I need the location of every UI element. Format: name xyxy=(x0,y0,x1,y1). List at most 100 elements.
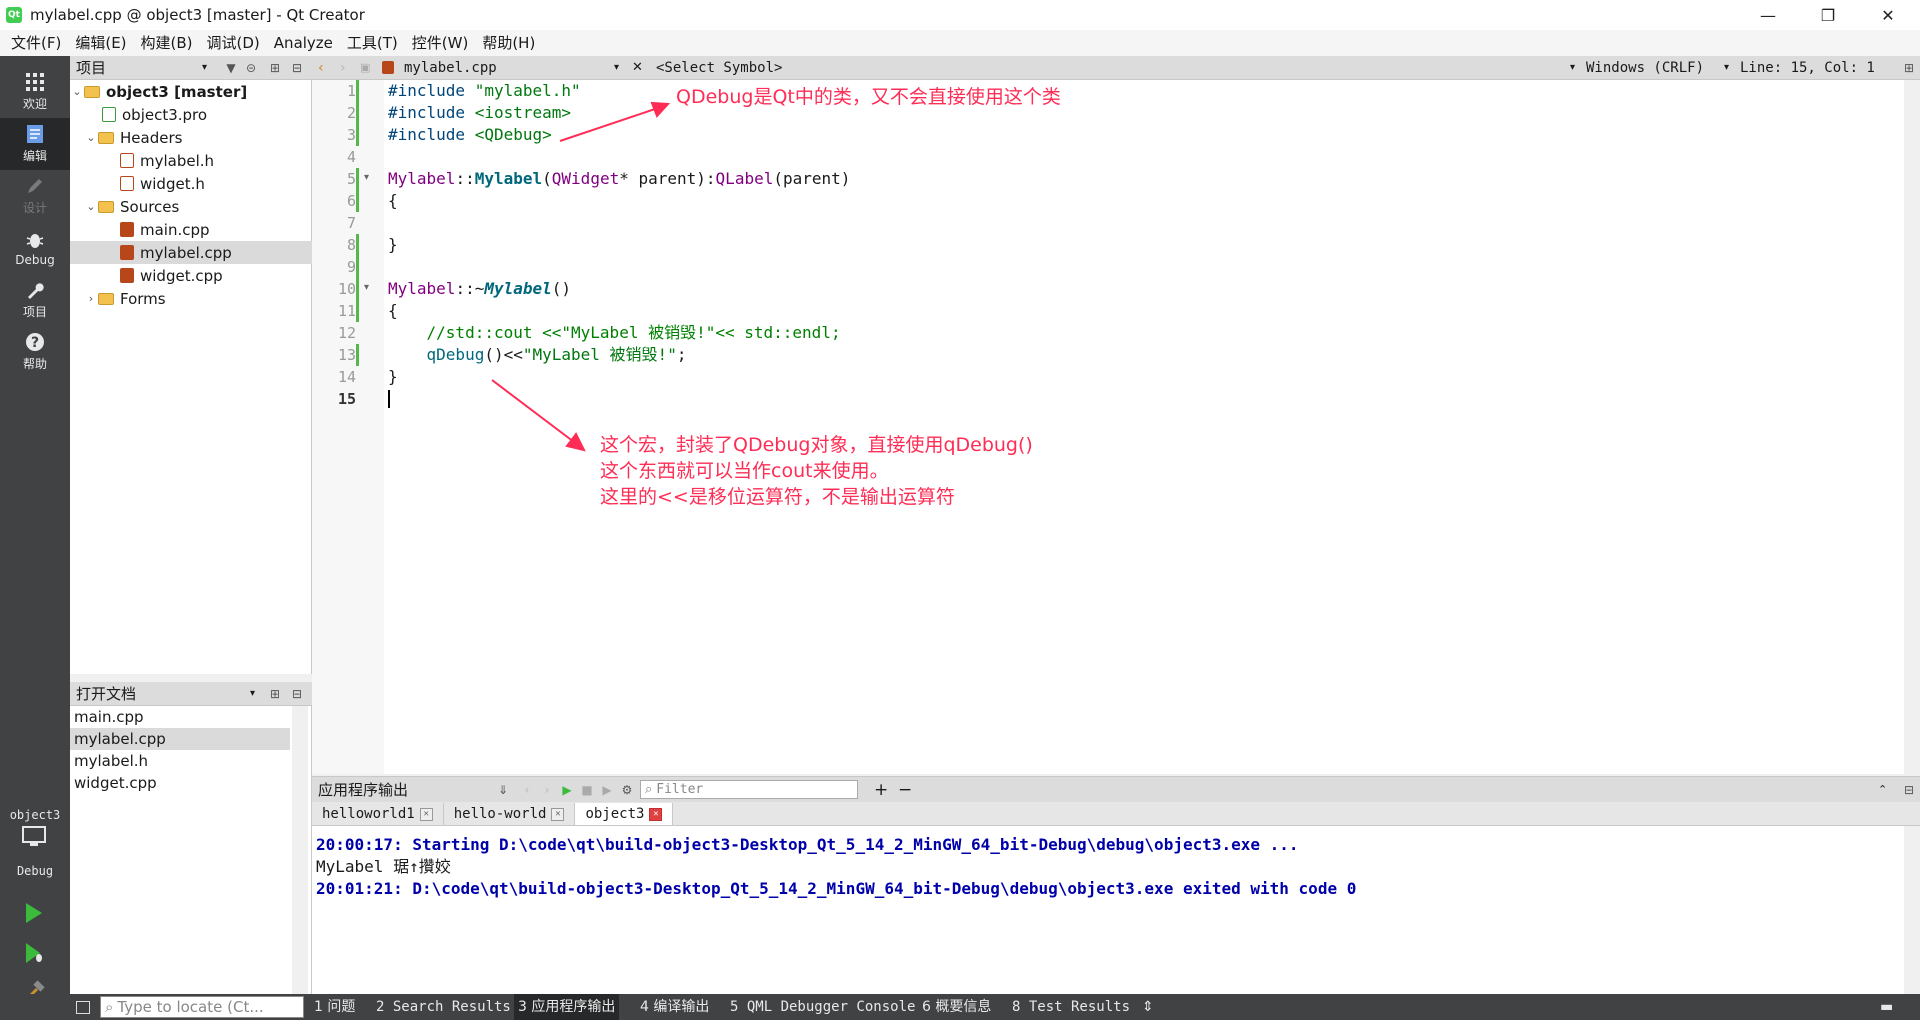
maximize-pane-icon[interactable]: ⌃ xyxy=(1878,783,1887,796)
cursor-position[interactable]: Line: 15, Col: 1 xyxy=(1740,60,1875,76)
close-tab-icon[interactable]: ✕ xyxy=(649,807,663,821)
menu-debug[interactable]: 调试(D) xyxy=(200,30,267,56)
prev-icon[interactable]: ‹ xyxy=(518,781,536,799)
file-dropdown-icon[interactable]: ▾ xyxy=(614,62,619,73)
panel-dropdown-icon[interactable]: ▾ xyxy=(202,62,207,73)
mode-design[interactable]: 设计 xyxy=(0,170,70,222)
tree-item-widget-h[interactable]: widget.h xyxy=(70,172,312,195)
current-file-label[interactable]: mylabel.cpp xyxy=(404,60,497,76)
toggle-sidebar-icon[interactable] xyxy=(76,1000,90,1014)
panel-dropdown-icon[interactable]: ▾ xyxy=(250,688,255,699)
status-search-results[interactable]: 2 Search Results xyxy=(376,994,511,1020)
open-doc-item[interactable]: mylabel.h xyxy=(70,750,290,772)
next-icon[interactable]: › xyxy=(538,781,556,799)
tree-item-mylabel-h[interactable]: mylabel.h xyxy=(70,149,312,172)
status-test-results[interactable]: 8 Test Results xyxy=(1012,994,1130,1020)
open-doc-item[interactable]: widget.cpp xyxy=(70,772,290,794)
symbol-dropdown-icon[interactable]: ▾ xyxy=(1570,62,1575,73)
close-tab-icon[interactable]: ✕ xyxy=(551,807,565,821)
expand-arrow-icon[interactable]: ⌄ xyxy=(84,131,98,144)
output-tab-helloworld1[interactable]: helloworld1 ✕ xyxy=(312,803,444,825)
mode-welcome[interactable]: 欢迎 xyxy=(0,66,70,118)
close-button[interactable]: ✕ xyxy=(1860,0,1916,30)
tree-item-mylabel-cpp[interactable]: mylabel.cpp xyxy=(70,241,312,264)
expand-arrow-icon[interactable]: ⌄ xyxy=(84,200,98,213)
forward-icon[interactable]: › xyxy=(340,60,346,76)
menu-build[interactable]: 构建(B) xyxy=(134,30,200,56)
attach-icon[interactable]: ⇓ xyxy=(494,781,512,799)
tree-item-widget-cpp[interactable]: widget.cpp xyxy=(70,264,312,287)
tree-item-forms[interactable]: › Forms xyxy=(70,287,312,310)
expand-arrow-icon[interactable]: ⌄ xyxy=(70,85,84,98)
status-general-messages[interactable]: 6 概要信息 xyxy=(922,994,991,1020)
open-docs-scrollbar[interactable] xyxy=(292,706,308,994)
split-icon[interactable]: ⊞ xyxy=(1900,59,1918,77)
filter-icon[interactable]: ▼ xyxy=(222,59,240,77)
stop-icon[interactable]: ■ xyxy=(578,781,596,799)
mode-help[interactable]: ? 帮助 xyxy=(0,326,70,378)
line-ending-selector[interactable]: Windows (CRLF) xyxy=(1586,60,1704,76)
mode-projects[interactable]: 项目 xyxy=(0,274,70,326)
status-app-output[interactable]: 3 应用程序输出 xyxy=(514,994,620,1020)
back-icon[interactable]: ‹ xyxy=(318,60,324,76)
menu-edit[interactable]: 编辑(E) xyxy=(68,30,133,56)
status-more-icon[interactable]: ⇕ xyxy=(1142,994,1154,1020)
locator-input[interactable]: ⌕ Type to locate (Ct... xyxy=(100,996,304,1018)
line-number: 10 xyxy=(337,280,356,298)
menu-help[interactable]: 帮助(H) xyxy=(475,30,542,56)
debug-rerun-icon[interactable]: ▶ xyxy=(598,781,616,799)
close-tab-icon[interactable]: ✕ xyxy=(419,807,433,821)
rerun-icon[interactable]: ▶ xyxy=(558,781,576,799)
gear-icon[interactable]: ⚙ xyxy=(618,781,636,799)
code-editor[interactable]: 1 2 3 4 5 ▾ 6 7 8 9 10 ▾ 11 12 13 14 15 #include "mylabe… xyxy=(312,80,1920,774)
open-doc-item[interactable]: mylabel.cpp xyxy=(70,728,290,750)
link-icon[interactable]: ⊝ xyxy=(242,59,260,77)
cpp-file-icon xyxy=(120,268,134,283)
tree-item-pro-file[interactable]: object3.pro xyxy=(70,103,312,126)
fold-marker-icon[interactable]: ▾ xyxy=(364,172,369,183)
debug-run-button[interactable] xyxy=(24,942,44,968)
toggle-output-icon[interactable]: ▬ xyxy=(1880,994,1893,1020)
status-compile-output[interactable]: 4 编译输出 xyxy=(640,994,709,1020)
tree-item-sources[interactable]: ⌄ Sources xyxy=(70,195,312,218)
output-tab-object3[interactable]: object3 ✕ xyxy=(575,803,674,825)
menu-analyze[interactable]: Analyze xyxy=(267,30,340,56)
status-issues[interactable]: 1 问题 xyxy=(314,994,355,1020)
output-scrollbar[interactable] xyxy=(1904,826,1920,994)
status-qml-console[interactable]: 5 QML Debugger Console xyxy=(730,994,915,1020)
close-panel-icon[interactable]: ⊟ xyxy=(288,59,306,77)
output-console[interactable]: 20:00:17: Starting D:\code\qt\build-obje… xyxy=(312,826,1920,994)
line-ending-dropdown-icon[interactable]: ▾ xyxy=(1724,62,1729,73)
split-icon[interactable]: ⊞ xyxy=(266,685,284,703)
mode-debug[interactable]: Debug xyxy=(0,222,70,274)
target-selector[interactable] xyxy=(22,826,48,852)
collapse-arrow-icon[interactable]: › xyxy=(84,292,98,305)
tab-label: hello-world xyxy=(453,806,547,822)
mode-edit[interactable]: 编辑 xyxy=(0,118,70,170)
menu-file[interactable]: 文件(F) xyxy=(4,30,68,56)
mode-projects-label: 项目 xyxy=(22,305,47,319)
tree-item-main-cpp[interactable]: main.cpp xyxy=(70,218,312,241)
output-tab-hello-world[interactable]: hello-world ✕ xyxy=(444,803,576,825)
split-icon[interactable]: ⊞ xyxy=(266,59,284,77)
tree-item-headers[interactable]: ⌄ Headers xyxy=(70,126,312,149)
close-panel-icon[interactable]: ⊟ xyxy=(288,685,306,703)
wrench-icon xyxy=(28,283,44,299)
minimize-button[interactable]: — xyxy=(1740,0,1796,30)
maximize-button[interactable]: ❐ xyxy=(1800,0,1856,30)
tree-item-project[interactable]: ⌄ object3 [master] xyxy=(70,80,312,103)
editor-scrollbar[interactable] xyxy=(1904,80,1920,774)
symbol-selector[interactable]: <Select Symbol> xyxy=(656,60,782,76)
filter-input[interactable]: ⌕ Filter xyxy=(640,780,858,799)
code-line: #include <QDebug> xyxy=(388,124,552,146)
run-button[interactable] xyxy=(24,902,44,928)
close-pane-icon[interactable]: ⊟ xyxy=(1900,781,1918,799)
zoom-in-icon[interactable]: + xyxy=(874,780,888,800)
open-doc-item[interactable]: main.cpp xyxy=(70,706,290,728)
fold-marker-icon[interactable]: ▾ xyxy=(364,282,369,293)
menu-widgets[interactable]: 控件(W) xyxy=(405,30,476,56)
zoom-out-icon[interactable]: − xyxy=(898,780,912,800)
close-file-icon[interactable]: ✕ xyxy=(632,60,643,75)
menu-tools[interactable]: 工具(T) xyxy=(340,30,405,56)
folder-icon xyxy=(98,292,114,305)
